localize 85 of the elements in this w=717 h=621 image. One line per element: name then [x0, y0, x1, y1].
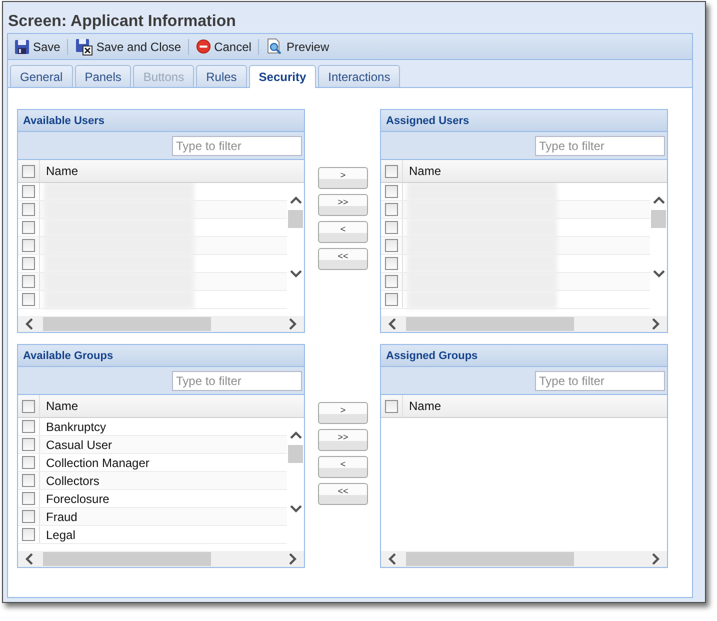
- checkbox[interactable]: [22, 528, 35, 541]
- scroll-up-icon[interactable]: [288, 195, 302, 206]
- toolbar-button[interactable]: Save and Close: [73, 36, 184, 58]
- filter-field[interactable]: Type to filter: [535, 136, 665, 156]
- checkbox[interactable]: [22, 221, 35, 234]
- list-item[interactable]: Legal: [40, 528, 76, 542]
- panel-title: Assigned Users: [381, 110, 667, 132]
- scrollbar-thumb[interactable]: [651, 210, 666, 228]
- scroll-down-icon[interactable]: [652, 268, 666, 279]
- scroll-down-icon[interactable]: [288, 268, 302, 279]
- scrollbar-thumb[interactable]: [288, 210, 303, 228]
- scroll-right-icon[interactable]: [650, 553, 661, 565]
- move-button[interactable]: <: [318, 456, 368, 478]
- magnifier-document-icon: [266, 38, 284, 55]
- checkbox[interactable]: [22, 293, 35, 306]
- checkbox[interactable]: [22, 257, 35, 270]
- checkbox[interactable]: [385, 400, 398, 412]
- move-button[interactable]: <<: [318, 248, 368, 270]
- checkbox[interactable]: [22, 239, 35, 252]
- filter-field[interactable]: Type to filter: [172, 370, 302, 390]
- tab[interactable]: Security: [248, 65, 316, 88]
- cancel-icon: [196, 39, 212, 54]
- toolbar-button[interactable]: Save: [12, 36, 62, 56]
- checkbox[interactable]: [385, 221, 398, 234]
- filter-field[interactable]: Type to filter: [535, 370, 665, 390]
- checkbox[interactable]: [385, 257, 398, 270]
- window-title: Screen: Applicant Information: [7, 12, 237, 32]
- move-button[interactable]: <<: [318, 483, 368, 505]
- scroll-left-icon[interactable]: [387, 318, 398, 330]
- scrollbar-thumb[interactable]: [43, 552, 211, 566]
- tab[interactable]: Panels: [74, 65, 132, 87]
- checkbox[interactable]: [385, 185, 398, 198]
- scroll-right-icon[interactable]: [287, 318, 298, 330]
- checkbox[interactable]: [385, 293, 398, 306]
- toolbar-button[interactable]: Cancel: [194, 37, 254, 56]
- move-button[interactable]: <: [318, 221, 368, 243]
- list-item[interactable]: Collection Manager: [40, 456, 150, 470]
- checkbox[interactable]: [22, 456, 35, 469]
- column-title: Name: [408, 399, 442, 413]
- scroll-up-icon[interactable]: [652, 195, 666, 206]
- scroll-left-icon[interactable]: [24, 318, 35, 330]
- checkbox[interactable]: [22, 438, 35, 451]
- checkbox[interactable]: [22, 275, 35, 288]
- move-button[interactable]: >>: [318, 194, 368, 216]
- scrollbar-thumb[interactable]: [406, 317, 574, 331]
- column-title: Name: [408, 164, 442, 178]
- scroll-down-icon[interactable]: [288, 503, 302, 514]
- scroll-right-icon[interactable]: [650, 318, 661, 330]
- column-title: Name: [45, 164, 78, 178]
- panel-title: Available Users: [18, 110, 304, 132]
- list-item[interactable]: Bankruptcy: [40, 420, 106, 434]
- scroll-left-icon[interactable]: [24, 553, 35, 565]
- move-button[interactable]: >>: [318, 429, 368, 451]
- move-button[interactable]: >: [318, 402, 368, 424]
- panel-title: Available Groups: [18, 345, 304, 367]
- checkbox[interactable]: [22, 420, 35, 433]
- panel-title: Assigned Groups: [381, 345, 667, 367]
- tab[interactable]: General: [10, 65, 73, 87]
- checkbox[interactable]: [22, 400, 35, 412]
- list-item[interactable]: Fraud: [40, 510, 78, 524]
- checkbox[interactable]: [22, 185, 35, 198]
- checkbox[interactable]: [22, 510, 35, 523]
- checkbox[interactable]: [22, 474, 35, 487]
- scroll-up-icon[interactable]: [288, 430, 302, 441]
- checkbox[interactable]: [385, 275, 398, 288]
- list-item[interactable]: Collectors: [40, 474, 100, 488]
- filter-field[interactable]: Type to filter: [172, 136, 302, 156]
- toolbar-button[interactable]: Preview: [264, 36, 332, 57]
- checkbox[interactable]: [22, 164, 35, 178]
- scroll-left-icon[interactable]: [387, 553, 398, 565]
- move-button[interactable]: >: [318, 167, 368, 189]
- tab[interactable]: Interactions: [318, 65, 400, 87]
- scrollbar-thumb[interactable]: [288, 445, 303, 463]
- column-title: Name: [45, 399, 78, 413]
- checkbox[interactable]: [385, 164, 398, 178]
- scrollbar-thumb[interactable]: [43, 317, 211, 331]
- scrollbar-thumb[interactable]: [406, 552, 574, 566]
- floppy-disk-x-icon: [75, 38, 94, 56]
- list-item[interactable]: Foreclosure: [40, 492, 110, 506]
- checkbox[interactable]: [22, 492, 35, 505]
- checkbox[interactable]: [22, 203, 35, 216]
- tab[interactable]: Rules: [196, 65, 247, 87]
- checkbox[interactable]: [385, 203, 398, 216]
- checkbox[interactable]: [385, 239, 398, 252]
- scroll-right-icon[interactable]: [287, 553, 298, 565]
